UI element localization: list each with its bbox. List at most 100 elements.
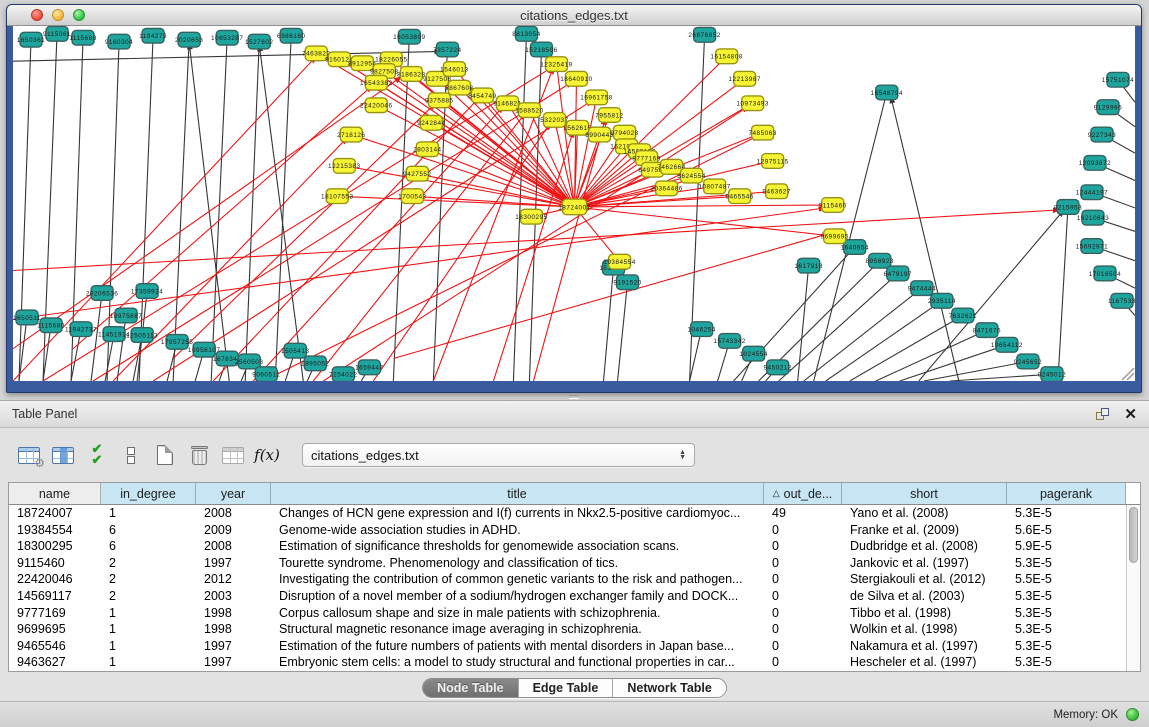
graph-node[interactable]: 26876852 — [688, 27, 720, 42]
table-cell[interactable]: Disruption of a novel member of a sodium… — [271, 588, 764, 605]
graph-node[interactable]: 6479197 — [884, 266, 912, 281]
table-cell[interactable]: Tourette syndrome. Phenomenology and cla… — [271, 555, 764, 572]
graph-node[interactable]: 11942737 — [65, 322, 97, 337]
table-cell[interactable]: Corpus callosum shape and size in male p… — [271, 605, 764, 622]
table-cell[interactable]: Tibbo et al. (1998) — [842, 605, 1007, 622]
graph-node[interactable]: 9245652 — [1014, 354, 1042, 369]
graph-edge[interactable] — [533, 118, 605, 381]
table-cell[interactable]: 2008 — [196, 538, 271, 555]
graph-node[interactable]: 2803144 — [413, 142, 441, 157]
graph-node[interactable]: 15218506 — [525, 42, 557, 57]
deselect-rows-button[interactable] — [116, 440, 146, 470]
graph-edge[interactable] — [575, 207, 835, 236]
graph-node[interactable]: 1700543 — [398, 189, 426, 204]
column-header-year[interactable]: year — [196, 483, 271, 504]
graph-hub-node[interactable]: 18724007 — [558, 199, 590, 215]
table-cell[interactable]: 9463627 — [9, 654, 101, 671]
graph-node[interactable]: 16961758 — [580, 90, 612, 105]
table-cell[interactable]: Nakamura et al. (1997) — [842, 638, 1007, 655]
graph-node[interactable]: 16053809 — [393, 29, 425, 44]
close-panel-icon[interactable]: ✕ — [1124, 407, 1137, 422]
table-cell[interactable]: Embryonic stem cells: a model to study s… — [271, 654, 764, 671]
splitter-handle[interactable] — [569, 395, 579, 399]
zoom-window-button[interactable] — [73, 9, 85, 21]
table-cell[interactable]: 0 — [764, 588, 842, 605]
graph-node[interactable]: 10653287 — [211, 30, 243, 45]
graph-node[interactable]: 1115680 — [37, 318, 64, 333]
graph-node[interactable]: 9375885 — [425, 93, 453, 108]
table-cell[interactable]: Jankovic et al. (1997) — [842, 555, 1007, 572]
table-cell[interactable]: 18724007 — [9, 505, 101, 522]
table-cell[interactable]: 5.3E-5 — [1007, 555, 1126, 572]
table-row[interactable]: 1830029562008Estimation of significance … — [9, 538, 1140, 555]
graph-node[interactable]: 12213967 — [728, 71, 760, 86]
table-cell[interactable]: 1997 — [196, 555, 271, 572]
table-row[interactable]: 977716911998Corpus callosum shape and si… — [9, 605, 1140, 622]
table-cell[interactable]: Hescheler et al. (1997) — [842, 654, 1007, 671]
table-cell[interactable]: 2008 — [196, 505, 271, 522]
close-window-button[interactable] — [31, 9, 43, 21]
table-cell[interactable]: 1 — [101, 638, 196, 655]
graph-edge[interactable] — [259, 45, 303, 381]
graph-node[interactable]: 7254022 — [329, 367, 357, 381]
graph-node[interactable]: 18300295 — [515, 209, 547, 224]
minimize-window-button[interactable] — [52, 9, 64, 21]
table-cell[interactable]: 5.3E-5 — [1007, 605, 1126, 622]
table-cell[interactable]: 1997 — [196, 654, 271, 671]
graph-node[interactable]: 9115061 — [43, 26, 71, 41]
table-row[interactable]: 1938455462009Genome-wide association stu… — [9, 522, 1140, 539]
graph-node[interactable]: 9794028 — [610, 125, 638, 140]
graph-edge[interactable] — [826, 301, 942, 381]
graph-node[interactable]: 12325419 — [540, 57, 572, 72]
graph-node[interactable]: 9463627 — [762, 184, 790, 199]
graph-edge[interactable] — [275, 36, 291, 381]
table-cell[interactable]: 5.3E-5 — [1007, 638, 1126, 655]
graph-node[interactable]: 16543382 — [360, 75, 392, 90]
table-cell[interactable]: 6 — [101, 538, 196, 555]
graph-edge[interactable] — [245, 42, 259, 381]
table-row[interactable]: 911546021997Tourette syndrome. Phenomeno… — [9, 555, 1140, 572]
graph-node[interactable]: 16210643 — [1077, 210, 1109, 225]
table-cell[interactable]: 14569117 — [9, 588, 101, 605]
table-cell[interactable]: Investigating the contribution of common… — [271, 571, 764, 588]
graph-node[interactable]: 1527602 — [245, 34, 273, 49]
graph-node[interactable]: 12215383 — [328, 159, 360, 174]
table-cell[interactable]: 2003 — [196, 588, 271, 605]
graph-node[interactable]: 7955812 — [595, 108, 623, 123]
table-row[interactable]: 946554611997Estimation of the future num… — [9, 638, 1140, 655]
table-cell[interactable]: 0 — [764, 555, 842, 572]
float-panel-icon[interactable] — [1096, 408, 1110, 421]
table-cell[interactable]: 1 — [101, 605, 196, 622]
graph-node[interactable]: 9242844 — [417, 115, 445, 130]
graph-node[interactable]: 15743342 — [713, 334, 745, 349]
table-cell[interactable]: 9115460 — [9, 555, 101, 572]
graph-node[interactable]: 7357224 — [433, 42, 461, 57]
vertical-scrollbar[interactable] — [1126, 505, 1140, 671]
graph-node[interactable]: 12093872 — [1079, 156, 1111, 171]
table-row[interactable]: 969969511998Structural magnetic resonanc… — [9, 621, 1140, 638]
table-cell[interactable]: 5.3E-5 — [1007, 621, 1126, 638]
table-cell[interactable]: 0 — [764, 621, 842, 638]
graph-node[interactable]: 8215953 — [1054, 200, 1082, 215]
graph-node[interactable]: 16154808 — [710, 49, 742, 64]
table-cell[interactable]: 2 — [101, 588, 196, 605]
graph-node[interactable]: 3624554 — [677, 168, 705, 183]
table-cell[interactable]: 6 — [101, 522, 196, 539]
table-cell[interactable]: Yano et al. (2008) — [842, 505, 1007, 522]
tab-network-table[interactable]: Network Table — [613, 679, 726, 697]
graph-edge[interactable] — [798, 266, 809, 381]
table-cell[interactable]: 1998 — [196, 605, 271, 622]
resize-grip-icon[interactable] — [1122, 368, 1134, 380]
graph-edge[interactable] — [575, 205, 833, 207]
graph-node[interactable]: 19384554 — [603, 254, 635, 269]
table-cell[interactable]: 9465546 — [9, 638, 101, 655]
graph-node[interactable]: 9427552 — [403, 166, 431, 181]
column-header-name[interactable]: name — [9, 483, 101, 504]
graph-node[interactable]: 15692971 — [1076, 239, 1108, 254]
graph-node[interactable]: 10654112 — [991, 337, 1023, 352]
table-cell[interactable]: 49 — [764, 505, 842, 522]
column-header-title[interactable]: title — [271, 483, 764, 504]
delete-column-button[interactable] — [184, 440, 214, 470]
column-header-out_de[interactable]: △out_de... — [764, 483, 842, 504]
table-cell[interactable]: 1 — [101, 654, 196, 671]
